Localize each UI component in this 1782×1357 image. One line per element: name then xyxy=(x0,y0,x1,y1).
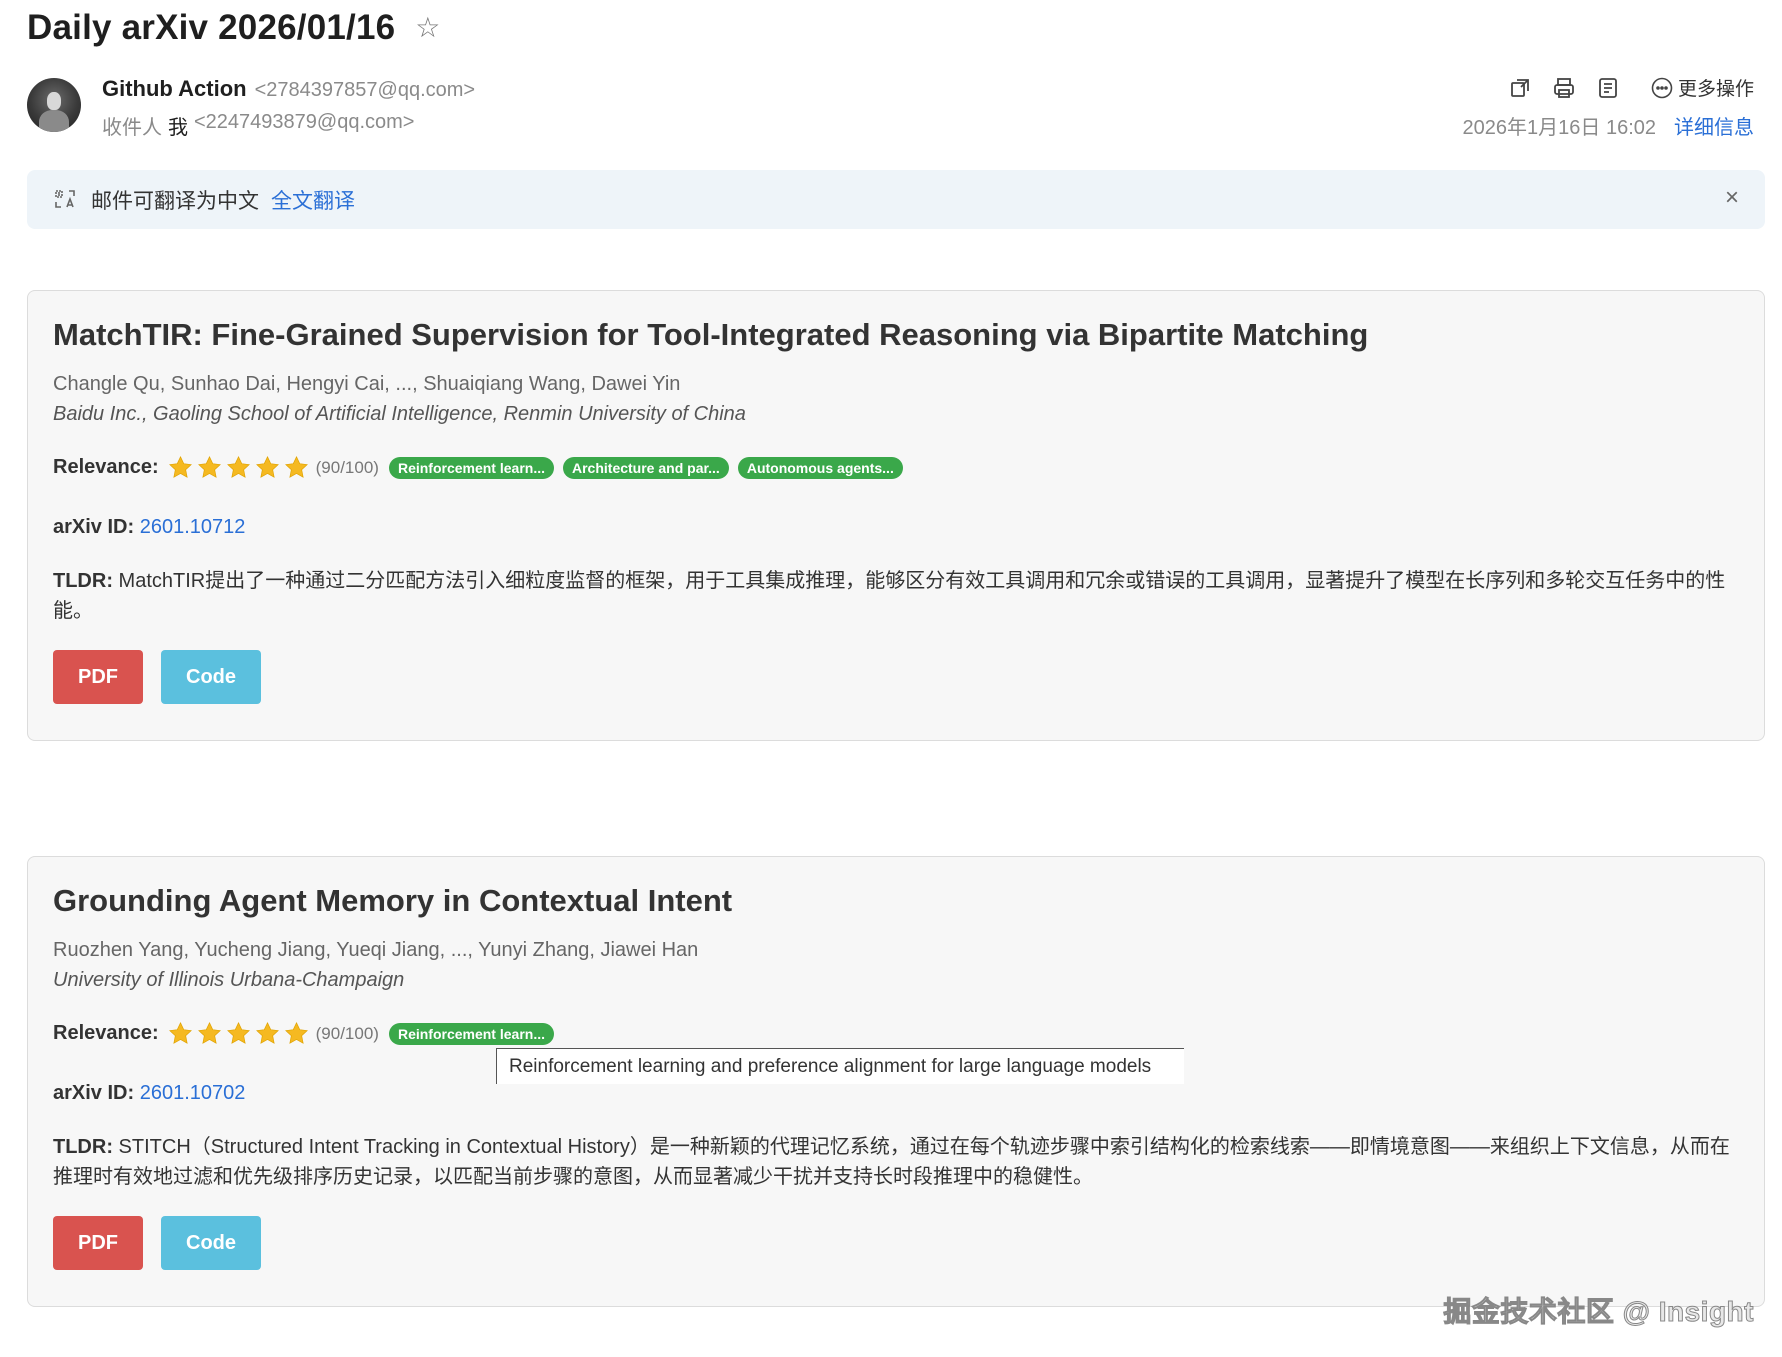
paper-card: MatchTIR: Fine-Grained Supervision for T… xyxy=(27,290,1765,741)
code-button[interactable]: Code xyxy=(161,1216,261,1270)
star-icon xyxy=(226,1022,250,1044)
arxiv-id-link[interactable]: 2601.10702 xyxy=(140,1082,246,1104)
relevance-label: Relevance: xyxy=(53,456,159,478)
tldr-label: TLDR: xyxy=(53,570,113,592)
paper-actions: PDF Code xyxy=(53,650,261,704)
email-date: 2026年1月16日 16:02 xyxy=(1462,117,1656,139)
relevance-stars xyxy=(167,1020,310,1047)
translate-full-link[interactable]: 全文翻译 xyxy=(271,185,355,215)
arxiv-row: arXiv ID: 2601.10712 xyxy=(53,516,245,539)
pdf-button[interactable]: PDF xyxy=(53,650,143,704)
sender-avatar[interactable] xyxy=(27,78,81,132)
open-new-window-icon[interactable] xyxy=(1508,76,1532,100)
star-icon xyxy=(255,1022,279,1044)
recipient-email: <2247493879@qq.com> xyxy=(194,111,415,133)
star-icon xyxy=(284,456,308,478)
code-button[interactable]: Code xyxy=(161,650,261,704)
recipient-me[interactable]: 我 xyxy=(168,111,188,140)
recipient-line: 收件人 我 <2247493879@qq.com> xyxy=(102,111,414,140)
paper-authors: Changle Qu, Sunhao Dai, Hengyi Cai, ...,… xyxy=(53,373,681,395)
relevance-stars xyxy=(167,454,310,481)
tldr-text: STITCH（Structured Intent Tracking in Con… xyxy=(53,1136,1730,1188)
translate-icon xyxy=(53,188,77,212)
star-icon xyxy=(197,1022,221,1044)
close-icon[interactable]: × xyxy=(1725,186,1739,210)
paper-title: MatchTIR: Fine-Grained Supervision for T… xyxy=(53,317,1369,352)
topic-tag[interactable]: Reinforcement learn... xyxy=(388,456,554,479)
topic-tag[interactable]: Autonomous agents... xyxy=(737,456,903,479)
sender-email: <2784397857@qq.com> xyxy=(254,79,476,101)
recipient-label: 收件人 xyxy=(102,117,162,139)
star-icon xyxy=(168,1022,192,1044)
star-icon xyxy=(284,1022,308,1044)
arxiv-id-link[interactable]: 2601.10712 xyxy=(140,516,246,538)
email-meta: 2026年1月16日 16:02 详细信息 xyxy=(1463,111,1754,140)
watermark: 掘金技术社区 @ Insight xyxy=(1443,1296,1754,1328)
print-icon[interactable] xyxy=(1552,76,1576,100)
relevance-score: (90/100) xyxy=(315,1023,379,1043)
arxiv-label: arXiv ID: xyxy=(53,516,135,538)
more-icon xyxy=(1651,77,1673,98)
sender-name[interactable]: Github Action xyxy=(102,76,247,102)
star-icon xyxy=(168,456,192,478)
relevance-row: Relevance: (90/100) Reinforcement learn.… xyxy=(53,1020,563,1047)
topic-tag[interactable]: Architecture and par... xyxy=(563,456,729,479)
email-header: Daily arXiv 2026/01/16 ☆ xyxy=(27,8,440,48)
translate-text: 邮件可翻译为中文 xyxy=(91,189,259,213)
tldr-text: MatchTIR提出了一种通过二分匹配方法引入细粒度监督的框架，用于工具集成推理… xyxy=(53,570,1726,622)
pdf-button[interactable]: PDF xyxy=(53,1216,143,1270)
arxiv-row: arXiv ID: 2601.10702 xyxy=(53,1082,245,1105)
star-icon xyxy=(255,456,279,478)
paper-title: Grounding Agent Memory in Contextual Int… xyxy=(53,883,733,918)
note-icon[interactable] xyxy=(1596,76,1620,100)
relevance-score: (90/100) xyxy=(315,457,379,477)
topic-tag[interactable]: Reinforcement learn... xyxy=(388,1022,554,1045)
relevance-row: Relevance: (90/100) Reinforcement learn.… xyxy=(53,454,912,481)
paper-actions: PDF Code xyxy=(53,1216,261,1270)
star-icon xyxy=(197,456,221,478)
tldr-label: TLDR: xyxy=(53,1136,113,1158)
more-actions-label: 更多操作 xyxy=(1677,79,1754,100)
email-subject: Daily arXiv 2026/01/16 xyxy=(27,8,396,47)
star-icon[interactable]: ☆ xyxy=(415,14,440,42)
arxiv-label: arXiv ID: xyxy=(53,1082,135,1104)
translate-bar: 邮件可翻译为中文 全文翻译 × xyxy=(27,170,1765,229)
tldr: TLDR: STITCH（Structured Intent Tracking … xyxy=(53,1132,1743,1192)
paper-affiliation: Baidu Inc., Gaoling School of Artificial… xyxy=(53,403,746,425)
tag-tooltip: Reinforcement learning and preference al… xyxy=(496,1048,1184,1084)
paper-authors: Ruozhen Yang, Yucheng Jiang, Yueqi Jiang… xyxy=(53,939,699,961)
details-link[interactable]: 详细信息 xyxy=(1674,111,1754,140)
tldr: TLDR: MatchTIR提出了一种通过二分匹配方法引入细粒度监督的框架，用于… xyxy=(53,566,1743,626)
star-icon xyxy=(226,456,250,478)
relevance-label: Relevance: xyxy=(53,1022,159,1044)
email-toolbar: 更多操作 xyxy=(1508,74,1754,101)
paper-affiliation: University of Illinois Urbana-Champaign xyxy=(53,969,405,991)
more-actions-button[interactable]: 更多操作 xyxy=(1650,74,1754,101)
sender-line: Github Action <2784397857@qq.com> xyxy=(102,76,475,102)
